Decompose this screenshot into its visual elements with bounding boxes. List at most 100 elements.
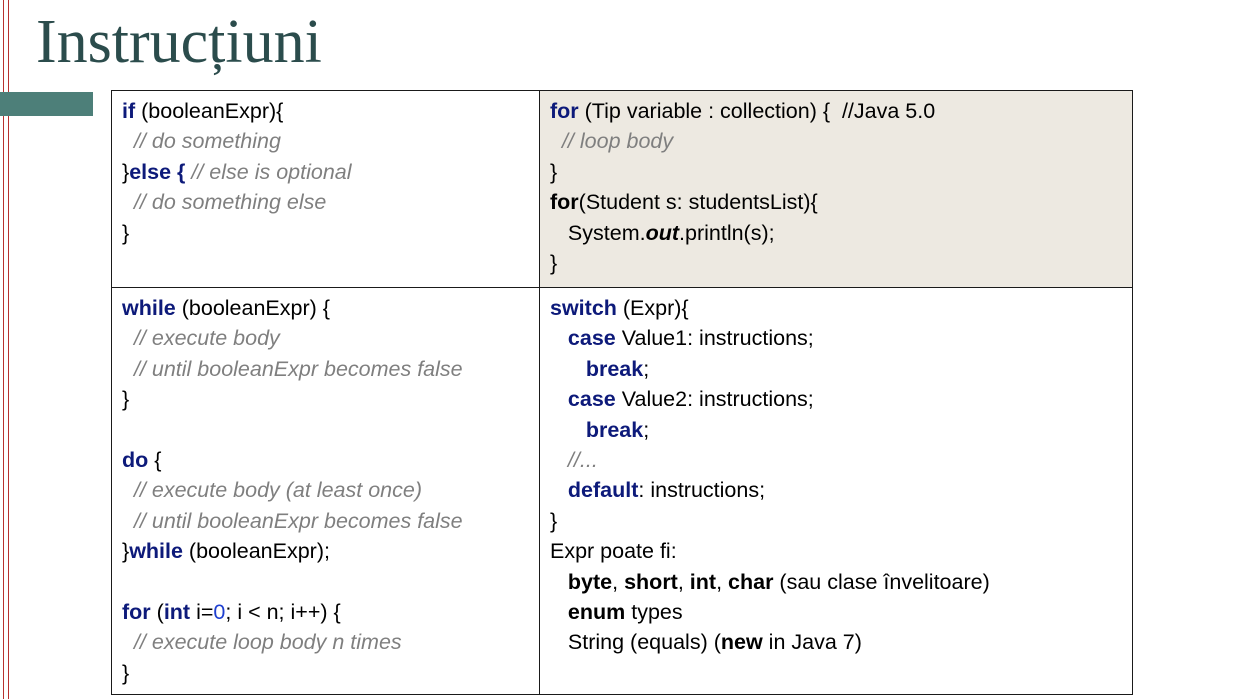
code-text: } (550, 508, 558, 533)
code-text: Value2: instructions; (615, 387, 814, 412)
code-text: byte (567, 569, 613, 594)
code-line: System.out.println(s); (550, 218, 1122, 248)
code-keyword: default (567, 478, 639, 503)
code-keyword: for (550, 99, 579, 123)
accent-bar (0, 92, 93, 116)
loops-cell: while (booleanExpr) { // execute body //… (111, 286, 540, 696)
code-keyword: switch (550, 296, 617, 320)
code-line: // loop body (550, 126, 1122, 156)
code-keyword: case (567, 326, 616, 351)
code-line: // execute loop body n times (122, 627, 529, 657)
code-text: , (677, 569, 690, 594)
slide-title: Instrucțiuni (36, 8, 322, 76)
code-line: // execute body (122, 323, 529, 353)
code-keyword: while (129, 539, 183, 564)
code-line: case Value2: instructions; (550, 384, 1122, 414)
code-comment: // do something (133, 129, 281, 154)
code-line: // until booleanExpr becomes false (122, 354, 529, 384)
code-text: Expr poate fi: (550, 539, 677, 564)
code-text: (booleanExpr){ (135, 99, 284, 123)
code-text: Value1: instructions; (615, 326, 814, 351)
switch-cell: switch (Expr){ case Value1: instructions… (539, 286, 1133, 696)
code-line: for (int i=0; i < n; i++) { (122, 597, 529, 627)
code-line: for(Student s: studentsList){ (550, 187, 1122, 217)
code-text: in Java 7) (762, 630, 862, 655)
code-text: out (645, 220, 680, 245)
code-line: for (Tip variable : collection) { //Java… (550, 96, 1122, 126)
code-keyword: while (122, 296, 176, 320)
code-text: char (728, 569, 774, 594)
if-else-cell: if (booleanExpr){ // do something}else {… (111, 90, 540, 288)
code-text: (sau clase învelitoare) (773, 569, 990, 594)
code-keyword: case (567, 387, 616, 412)
code-line: } (122, 218, 529, 248)
code-keyword: int (163, 599, 191, 624)
code-comment: // execute body (at least once) (133, 478, 422, 503)
code-comment: // execute loop body n times (133, 630, 402, 655)
code-keyword: else { (129, 159, 186, 184)
code-line: byte, short, int, char (sau clase înveli… (550, 567, 1122, 597)
code-keyword: for (122, 599, 151, 624)
code-line: // do something else (122, 187, 529, 217)
code-keyword: break (585, 417, 644, 442)
code-text: ; i < n; i++) { (225, 599, 341, 624)
code-text: } (122, 387, 130, 412)
code-text: : instructions; (638, 478, 766, 503)
code-line: } (550, 248, 1122, 278)
code-line: // until booleanExpr becomes false (122, 506, 529, 536)
code-text: } (122, 660, 130, 685)
code-line: break; (550, 354, 1122, 384)
code-line: if (booleanExpr){ (122, 96, 529, 126)
code-comment: // loop body (561, 129, 674, 154)
code-line: }while (booleanExpr); (122, 536, 529, 566)
code-comment: //... (567, 447, 598, 472)
code-line: case Value1: instructions; (550, 323, 1122, 353)
code-line: do { (122, 445, 529, 475)
code-line: // do something (122, 126, 529, 156)
code-comment: // until booleanExpr becomes false (133, 508, 463, 533)
code-text: ; (643, 417, 650, 442)
code-text: new (720, 630, 763, 655)
code-text: } (122, 220, 130, 245)
code-text: , (612, 569, 625, 594)
code-text: (booleanExpr); (182, 539, 330, 564)
code-line: } (122, 658, 529, 688)
code-text: for (550, 190, 579, 215)
code-text: (Tip variable : collection) { //Java 5.0 (578, 99, 936, 123)
code-text: } (550, 250, 558, 275)
code-line: } (122, 384, 529, 414)
code-comment: // do something else (133, 190, 327, 215)
code-text: int (689, 569, 717, 594)
code-text: } (550, 159, 558, 184)
code-line: } (550, 506, 1122, 536)
code-keyword: if (122, 99, 136, 123)
code-line: default: instructions; (550, 475, 1122, 505)
code-line: Expr poate fi: (550, 536, 1122, 566)
for-each-cell: for (Tip variable : collection) { //Java… (539, 90, 1133, 288)
code-line: enum types (550, 597, 1122, 627)
code-text: (Expr){ (616, 296, 689, 320)
code-text: System. (550, 220, 646, 245)
code-line: switch (Expr){ (550, 293, 1122, 323)
code-line: } (550, 157, 1122, 187)
code-text: .println(s); (679, 220, 775, 245)
code-comment: // execute body (133, 326, 280, 351)
code-text: types (625, 599, 683, 624)
code-line: }else { // else is optional (122, 157, 529, 187)
